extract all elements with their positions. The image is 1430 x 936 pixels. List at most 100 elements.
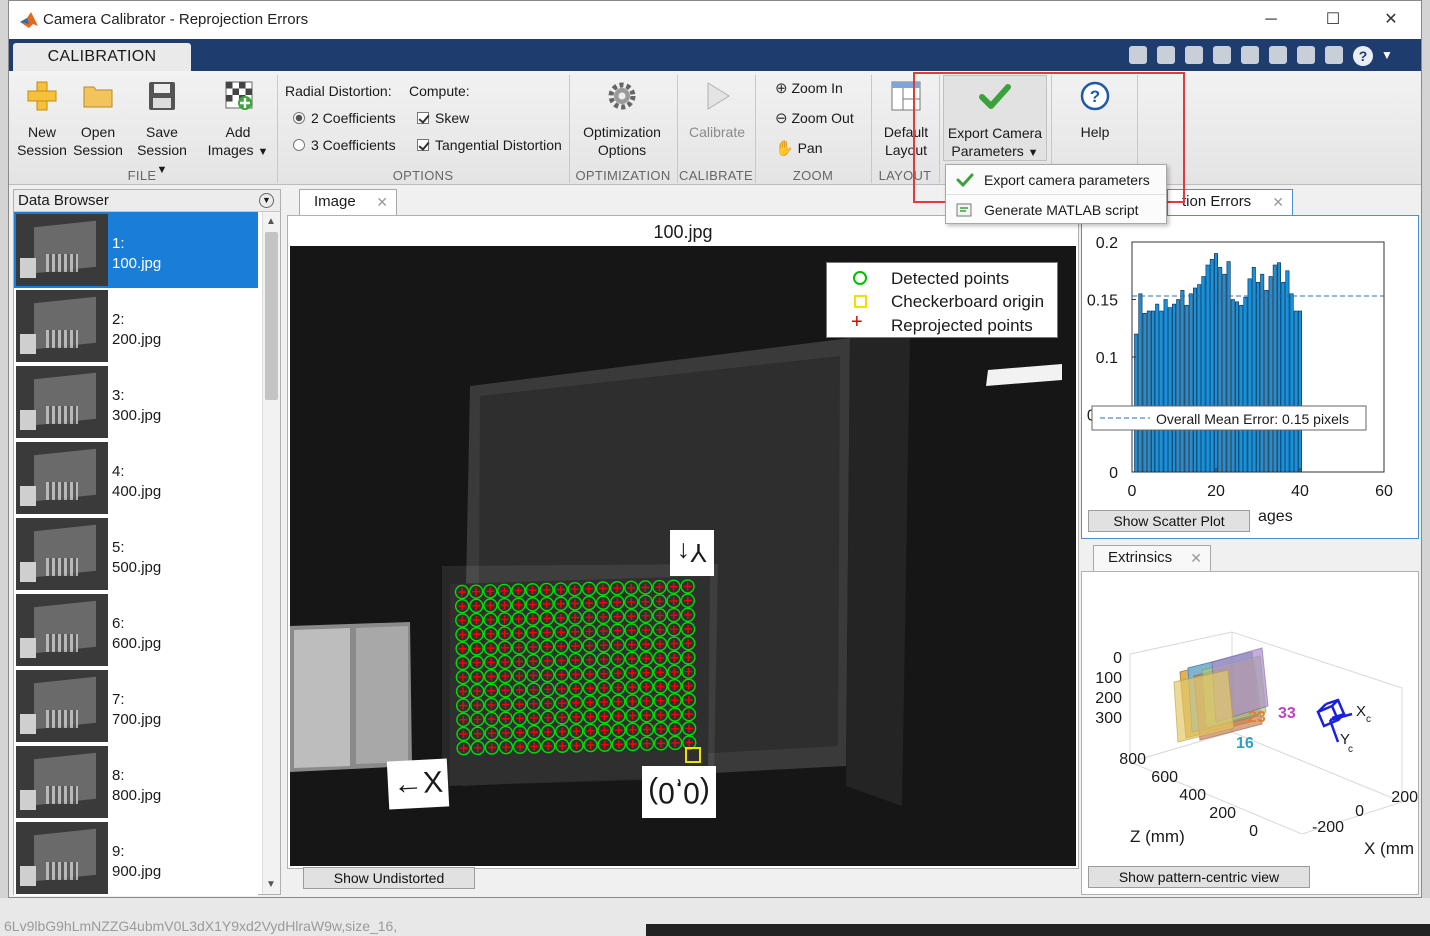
checkmark-icon [956,173,974,187]
copy-icon[interactable] [1213,46,1231,64]
list-item-label: 3: 300.jpg [112,387,162,424]
calibration-image[interactable]: Detected points Checkerboard origin + Re… [290,246,1076,866]
image-thumbnail [16,594,108,666]
calibrate-button[interactable]: Calibrate [681,79,753,141]
separator [677,75,678,183]
list-item[interactable]: 7: 700.jpg [14,668,258,744]
add-images-label: Add Images ▼ [207,124,269,158]
error-bar [1176,299,1181,473]
scroll-down-icon[interactable]: ▼ [266,879,276,890]
collapse-toolstrip-icon[interactable]: ▼ [1381,46,1399,64]
list-item[interactable]: 6: 600.jpg [14,592,258,668]
data-browser-scrollbar[interactable]: ▲ ▼ [262,212,280,894]
tab-calibration[interactable]: CALIBRATION [13,43,191,71]
svg-text:16: 16 [1236,735,1254,752]
data-browser-title: Data Browser [18,192,109,209]
checkerboard-poses [1173,647,1269,743]
list-item-label: 4: 400.jpg [112,463,162,500]
close-button[interactable]: ✕ [1379,9,1403,33]
error-bar [1251,266,1256,473]
plus-icon [27,81,57,111]
image-thumbnail [16,214,108,286]
x-tick-label: 0 [1128,483,1137,500]
three-coefficients-radio[interactable]: 3 Coefficients [293,137,396,153]
error-bar [1260,273,1265,473]
extrinsics-plot-area: 0 100 200 300 800 600 400 200 0 200 0 -2… [1081,571,1419,895]
help-qa-icon[interactable]: ? [1353,46,1373,66]
panel-menu-icon[interactable]: ▼ [259,193,274,208]
list-item[interactable]: 5: 500.jpg [14,516,258,592]
error-bar [1142,313,1147,473]
close-tab-icon[interactable]: ✕ [1190,546,1202,570]
reprojection-errors-chart[interactable]: 00.050.10.150.20204060Overall Mean Error… [1082,216,1418,516]
error-bar [1289,293,1294,473]
tab-image[interactable]: Image ✕ [299,189,397,215]
tab-reprojection-errors[interactable]: tion Errors ✕ [1167,189,1293,215]
export-camera-parameters-menu-item[interactable]: Export camera parameters [946,165,1166,195]
tangential-distortion-checkbox[interactable]: Tangential Distortion [417,137,562,153]
separator [755,75,756,183]
background-text: 6Lv9lbG9hLmNZZG4ubmV0L3dX1Y9xd2VydHlraW9… [4,918,398,934]
zoom-in-button[interactable]: ⊕ Zoom In [775,79,843,97]
list-item-label: 9: 900.jpg [112,843,162,880]
x-tick-label: 20 [1207,483,1225,500]
add-images-button[interactable]: Add Images ▼ [201,79,275,161]
show-undistorted-button[interactable]: Show Undistorted [303,867,475,889]
extrinsics-3d-plot[interactable]: 0 100 200 300 800 600 400 200 0 200 0 -2… [1082,572,1418,862]
close-tab-icon[interactable]: ✕ [376,190,388,214]
y-axis-label: Y↑ [670,530,714,576]
cut-icon[interactable] [1185,46,1203,64]
quick-access-icon[interactable] [1129,46,1147,64]
error-bar [1184,304,1189,473]
error-bar [1163,299,1168,473]
maximize-button[interactable]: ☐ [1321,9,1345,33]
paste-icon[interactable] [1241,46,1259,64]
close-tab-icon[interactable]: ✕ [1272,190,1284,214]
separator [871,75,872,183]
list-item[interactable]: 8: 800.jpg [14,744,258,820]
show-scatter-plot-button[interactable]: Show Scatter Plot [1088,510,1250,532]
show-pattern-centric-view-button[interactable]: Show pattern-centric view [1088,866,1310,888]
list-item[interactable]: 2: 200.jpg [14,288,258,364]
scrollbar-thumb[interactable] [265,232,278,400]
error-bar [1151,310,1156,473]
y-tick-label: 0.15 [1087,293,1118,310]
error-bar [1230,299,1235,473]
tab-extrinsics[interactable]: Extrinsics ✕ [1093,545,1211,571]
undo-icon[interactable] [1269,46,1287,64]
export-dropdown-menu: Export camera parameters Generate MATLAB… [945,164,1167,224]
skew-checkbox[interactable]: Skew [417,110,469,126]
list-item[interactable]: 9: 900.jpg [14,820,258,896]
optimization-options-button[interactable]: Optimization Options [575,79,669,159]
file-section-label: FILE [127,168,157,183]
extrinsics-panel: Extrinsics ✕ 0 100 200 300 800 600 400 2… [1081,545,1419,895]
save-session-button[interactable]: Save Session ▼ [133,79,191,179]
svg-text:c: c [1348,744,1353,755]
generate-matlab-script-menu-item[interactable]: Generate MATLAB script [946,195,1166,225]
list-item[interactable]: 3: 300.jpg [14,364,258,440]
error-bar [1201,276,1206,473]
error-bar [1277,262,1282,473]
calibrate-label: Calibrate [688,124,746,140]
reprojected-legend: Reprojected points [891,316,1033,335]
list-item[interactable]: 4: 400.jpg [14,440,258,516]
y-tick: 400 [1179,787,1206,804]
y-tick-label: 0 [1109,465,1118,482]
error-bar [1214,253,1219,473]
list-item[interactable]: 1: 100.jpg [14,212,258,288]
zoom-out-icon: ⊖ [775,110,788,127]
two-coefficients-radio[interactable]: 2 Coefficients [293,110,396,126]
new-session-button[interactable]: New Session [15,79,69,159]
error-bar [1188,293,1193,473]
svg-text:33: 33 [1278,705,1296,722]
redo-icon[interactable] [1297,46,1315,64]
minimize-button[interactable]: ─ [1259,9,1283,33]
y-tick-label: 0.2 [1096,235,1118,252]
zoom-out-button[interactable]: ⊖ Zoom Out [775,109,854,127]
pan-button[interactable]: ✋ Pan [775,139,823,157]
scroll-up-icon[interactable]: ▲ [266,216,276,227]
save-icon[interactable] [1157,46,1175,64]
switch-window-icon[interactable] [1325,46,1343,64]
reprojection-errors-panel: tion Errors ✕ 00.050.10.150.20204060Over… [1081,189,1419,539]
open-session-button[interactable]: Open Session [71,79,125,159]
